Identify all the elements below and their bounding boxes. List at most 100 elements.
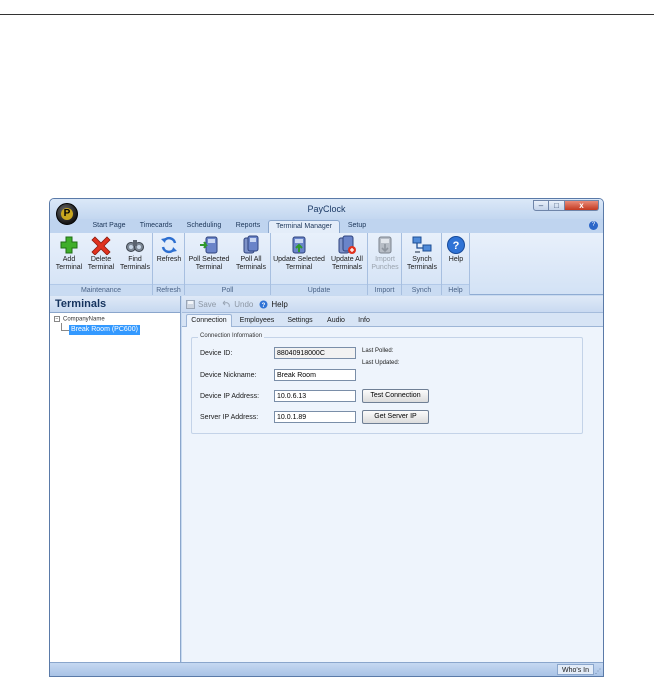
update-all-icon bbox=[338, 235, 356, 254]
group-label-import: Import bbox=[368, 284, 401, 295]
tab-scheduling[interactable]: Scheduling bbox=[183, 220, 225, 233]
delete-terminal-label: Delete Terminal bbox=[87, 256, 115, 271]
terminals-title: Terminals bbox=[50, 296, 180, 313]
close-button[interactable]: x bbox=[565, 200, 599, 211]
toolbar-help-label: Help bbox=[271, 299, 288, 309]
device-nickname-field[interactable] bbox=[274, 369, 356, 381]
update-terminal-icon bbox=[292, 236, 306, 254]
window-controls: – □ x bbox=[533, 200, 599, 211]
import-punches-label: Import Punches bbox=[371, 256, 399, 271]
group-label-synch: Synch bbox=[402, 284, 441, 295]
ribbon: Add Terminal Delete Terminal Find Termin… bbox=[50, 233, 603, 295]
add-icon bbox=[60, 236, 78, 254]
delete-terminal-button[interactable]: Delete Terminal bbox=[86, 235, 116, 272]
binoculars-icon bbox=[126, 240, 144, 252]
collapse-icon[interactable]: − bbox=[54, 316, 60, 322]
tab-start-page[interactable]: Start Page bbox=[87, 220, 131, 233]
device-ip-field[interactable] bbox=[274, 390, 356, 402]
tab-connection[interactable]: Connection bbox=[186, 314, 232, 328]
refresh-button[interactable]: Refresh bbox=[155, 235, 183, 264]
save-icon bbox=[186, 299, 195, 309]
poll-all-terminals-button[interactable]: Poll All Terminals bbox=[233, 235, 269, 272]
synch-terminals-button[interactable]: Synch Terminals bbox=[405, 235, 439, 272]
update-selected-terminal-button[interactable]: Update Selected Terminal bbox=[273, 235, 325, 272]
page-divider bbox=[0, 14, 654, 15]
svg-text:?: ? bbox=[453, 240, 460, 252]
find-terminals-button[interactable]: Find Terminals bbox=[119, 235, 151, 272]
connection-information-legend: Connection Information bbox=[198, 333, 265, 339]
tree-item-break-room[interactable]: Break Room (PC600) bbox=[69, 325, 140, 335]
device-id-field[interactable] bbox=[274, 347, 356, 359]
poll-all-terminals-label: Poll All Terminals bbox=[236, 256, 266, 271]
undo-icon bbox=[222, 300, 231, 307]
tab-timecards[interactable]: Timecards bbox=[137, 220, 175, 233]
server-ip-field[interactable] bbox=[274, 411, 356, 423]
resize-grip-icon[interactable]: ⋰ bbox=[595, 668, 601, 675]
tab-terminal-manager[interactable]: Terminal Manager bbox=[268, 220, 340, 233]
import-punches-button[interactable]: Import Punches bbox=[370, 235, 400, 272]
synch-network-icon bbox=[412, 236, 432, 253]
group-maintenance: Add Terminal Delete Terminal Find Termin… bbox=[50, 233, 153, 295]
title-bar: PayClock – □ x bbox=[50, 199, 603, 219]
group-poll: Poll Selected Terminal Poll All Terminal… bbox=[185, 233, 271, 295]
group-label-maintenance: Maintenance bbox=[50, 284, 152, 295]
app-menu-button[interactable]: P bbox=[56, 203, 78, 225]
ribbon-tabs: Start Page Timecards Scheduling Reports … bbox=[50, 219, 603, 233]
undo-button[interactable]: Undo bbox=[222, 300, 253, 309]
device-ip-label: Device IP Address: bbox=[200, 393, 260, 400]
payclock-logo-icon: P bbox=[61, 208, 73, 220]
maximize-button[interactable]: □ bbox=[549, 200, 565, 211]
help-icon: ? bbox=[259, 300, 268, 309]
details-toolbar: Save Undo ? Help bbox=[182, 296, 603, 313]
find-terminals-label: Find Terminals bbox=[120, 256, 150, 271]
tab-reports[interactable]: Reports bbox=[233, 220, 263, 233]
ribbon-help-icon[interactable]: ? bbox=[589, 221, 598, 230]
get-server-ip-button[interactable]: Get Server IP bbox=[362, 410, 429, 424]
help-label: Help bbox=[448, 256, 464, 263]
tab-audio[interactable]: Audio bbox=[324, 315, 348, 327]
help-button[interactable]: ? Help bbox=[444, 235, 468, 264]
connection-information-group: Connection Information Device ID: Last P… bbox=[191, 333, 583, 434]
whos-in-button[interactable]: Who's In bbox=[556, 664, 594, 675]
tab-info[interactable]: Info bbox=[354, 315, 374, 327]
save-button[interactable]: Save bbox=[186, 299, 217, 309]
terminal-details-panel: Save Undo ? Help Connection Employees Se… bbox=[182, 296, 603, 662]
detail-tabs: Connection Employees Settings Audio Info bbox=[182, 313, 603, 328]
help-icon: ? bbox=[447, 236, 465, 254]
payclock-window: PayClock – □ x P Start Page Timecards Sc… bbox=[49, 198, 604, 677]
terminals-panel: Terminals − CompanyName Break Room (PC600… bbox=[50, 296, 181, 662]
poll-selected-terminal-button[interactable]: Poll Selected Terminal bbox=[187, 235, 231, 272]
tab-setup[interactable]: Setup bbox=[343, 220, 371, 233]
test-connection-button[interactable]: Test Connection bbox=[362, 389, 429, 403]
group-label-update: Update bbox=[271, 284, 367, 295]
svg-text:?: ? bbox=[262, 303, 266, 309]
update-all-terminals-button[interactable]: Update All Terminals bbox=[328, 235, 366, 272]
tree-connector-h bbox=[61, 330, 69, 331]
connection-content: Connection Information Device ID: Last P… bbox=[182, 327, 603, 662]
add-terminal-button[interactable]: Add Terminal bbox=[54, 235, 84, 272]
group-label-refresh: Refresh bbox=[153, 284, 184, 295]
group-import: Import Punches Import bbox=[368, 233, 402, 295]
minimize-button[interactable]: – bbox=[533, 200, 549, 211]
group-help: ? Help Help bbox=[442, 233, 470, 295]
tree-root-label: CompanyName bbox=[63, 316, 105, 323]
update-all-terminals-label: Update All Terminals bbox=[331, 256, 363, 271]
poll-terminal-icon bbox=[200, 236, 218, 254]
tab-settings[interactable]: Settings bbox=[284, 315, 316, 327]
device-nickname-label: Device Nickname: bbox=[200, 372, 257, 379]
refresh-label: Refresh bbox=[156, 256, 182, 263]
toolbar-help-button[interactable]: ? Help bbox=[259, 299, 288, 309]
group-label-poll: Poll bbox=[185, 284, 270, 295]
tab-employees[interactable]: Employees bbox=[237, 315, 277, 327]
group-synch: Synch Terminals Synch bbox=[402, 233, 442, 295]
synch-terminals-label: Synch Terminals bbox=[407, 256, 437, 271]
refresh-icon bbox=[161, 236, 177, 254]
tree-root-company[interactable]: − CompanyName bbox=[54, 316, 105, 323]
save-label: Save bbox=[198, 299, 217, 309]
import-icon bbox=[378, 236, 392, 254]
device-id-label: Device ID: bbox=[200, 350, 233, 357]
poll-all-icon bbox=[243, 235, 259, 254]
last-updated-label: Last Updated: bbox=[362, 360, 400, 366]
group-label-help: Help bbox=[442, 284, 469, 295]
server-ip-label: Server IP Address: bbox=[200, 414, 259, 421]
